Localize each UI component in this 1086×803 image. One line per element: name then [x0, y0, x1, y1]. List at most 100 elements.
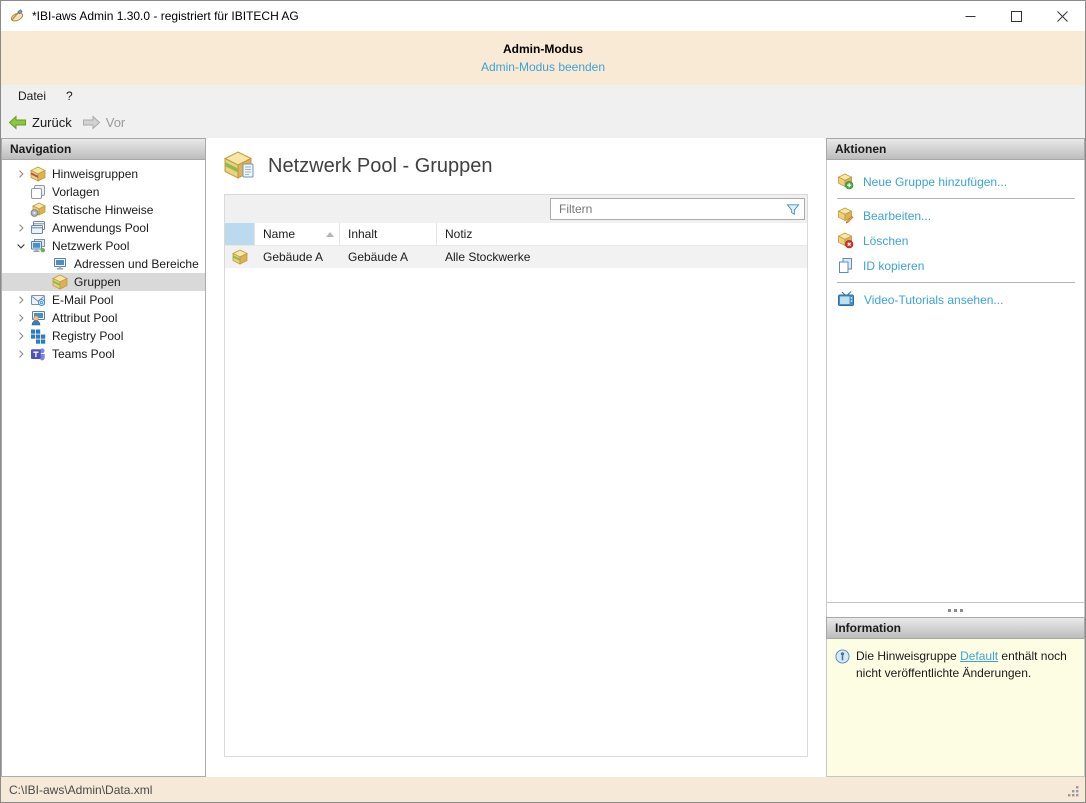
group-cube-icon: [232, 249, 248, 265]
filter-band: [225, 195, 807, 223]
chevron-right-icon[interactable]: [12, 220, 30, 236]
close-button[interactable]: [1039, 1, 1085, 31]
nav-item-registry-pool[interactable]: Registry Pool: [2, 327, 205, 345]
nav-item-email-pool[interactable]: E-Mail Pool: [2, 291, 205, 309]
column-header-name[interactable]: Name: [255, 223, 340, 245]
group-list: Name Inhalt Notiz: [224, 194, 808, 757]
column-header-inhalt[interactable]: Inhalt: [340, 223, 437, 245]
filter-field: [550, 198, 805, 220]
sort-ascending-icon: [326, 231, 334, 237]
information-header: Information: [826, 617, 1085, 639]
action-add-group[interactable]: Neue Gruppe hinzufügen...: [837, 169, 1075, 194]
info-icon: [835, 649, 850, 768]
default-group-link[interactable]: Default: [960, 649, 998, 663]
group-edit-icon: [837, 207, 854, 224]
nav-item-label: Netzwerk Pool: [52, 239, 130, 253]
nav-item-label: Statische Hinweise: [52, 203, 154, 217]
menu-help[interactable]: ?: [56, 85, 83, 106]
tv-icon: [838, 291, 854, 306]
admin-mode-title: Admin-Modus: [503, 42, 583, 56]
action-label: Bearbeiten...: [863, 208, 932, 223]
nav-item-statische-hinweise[interactable]: Statische Hinweise: [2, 201, 205, 219]
nav-item-anwendungs-pool[interactable]: Anwendungs Pool: [2, 219, 205, 237]
chevron-right-icon[interactable]: [12, 292, 30, 308]
action-label: ID kopieren: [863, 258, 925, 273]
navigation-header: Navigation: [1, 138, 206, 160]
panel-splitter[interactable]: [826, 603, 1085, 617]
app-icon: [10, 9, 24, 22]
separator: [837, 198, 1075, 199]
separator: [837, 282, 1075, 283]
resize-grip-icon[interactable]: [1067, 785, 1080, 802]
action-edit[interactable]: Bearbeiten...: [837, 203, 1075, 228]
column-header-icon[interactable]: [225, 223, 255, 245]
action-video-tutorials[interactable]: Video-Tutorials ansehen...: [837, 287, 1075, 312]
templates-icon: [30, 184, 46, 200]
forward-button[interactable]: Vor: [82, 114, 126, 130]
actions-list: Neue Gruppe hinzufügen... Bearbeiten...: [826, 160, 1085, 603]
navigation-panel: Navigation Hinweisgruppen Vorlagen Stati…: [1, 138, 206, 777]
main-panel: Netzwerk Pool - Gruppen Filtern Name Inh…: [206, 138, 824, 777]
statusbar-path: C:\IBI-aws\Admin\Data.xml: [9, 782, 153, 797]
action-delete[interactable]: Löschen: [837, 228, 1075, 253]
menubar: Datei ?: [1, 85, 1085, 106]
action-copy-id[interactable]: ID kopieren: [837, 253, 1075, 278]
nav-item-hinweisgruppen[interactable]: Hinweisgruppen: [2, 165, 205, 183]
nav-item-label: Adressen und Bereiche: [74, 257, 199, 271]
statusbar: C:\IBI-aws\Admin\Data.xml: [1, 777, 1085, 802]
information-box: Die Hinweisgruppe Default enthält noch n…: [826, 639, 1085, 777]
minimize-icon: [965, 15, 975, 17]
nav-item-vorlagen[interactable]: Vorlagen: [2, 183, 205, 201]
nav-item-label: Gruppen: [74, 275, 121, 289]
table-header: Name Inhalt Notiz: [225, 223, 807, 246]
page-title: Netzwerk Pool - Gruppen: [268, 154, 493, 177]
maximize-icon: [1010, 10, 1022, 22]
column-header-notiz[interactable]: Notiz: [437, 223, 807, 245]
copy-icon: [839, 258, 852, 273]
filter-button[interactable]: [782, 202, 804, 217]
table-row[interactable]: Gebäude A Gebäude A Alle Stockwerke: [225, 246, 807, 268]
static-notices-icon: [30, 202, 46, 218]
groups-icon: [52, 274, 68, 290]
nav-item-adressen-und-bereiche[interactable]: Adressen und Bereiche: [2, 255, 205, 273]
admin-mode-banner: Admin-Modus Admin-Modus beenden: [1, 31, 1085, 85]
close-icon: [1056, 10, 1068, 22]
maximize-button[interactable]: [993, 1, 1039, 31]
column-label: Name: [263, 227, 296, 241]
table-empty-area: [225, 268, 807, 756]
chevron-right-icon[interactable]: [12, 310, 30, 326]
minimize-button[interactable]: [947, 1, 993, 31]
network-pool-icon: [30, 238, 46, 254]
addresses-icon: [52, 256, 68, 272]
cell-name: Gebäude A: [263, 250, 324, 264]
registry-pool-icon: [30, 328, 46, 344]
filter-funnel-icon: [786, 203, 800, 215]
menu-datei[interactable]: Datei: [8, 85, 56, 106]
teams-pool-icon: [30, 346, 46, 362]
nav-item-teams-pool[interactable]: Teams Pool: [2, 345, 205, 363]
info-text-before: Die Hinweisgruppe: [856, 649, 961, 663]
nav-item-gruppen[interactable]: Gruppen: [2, 273, 205, 291]
nav-item-label: Attribut Pool: [52, 311, 118, 325]
toolbar: Zurück Vor: [1, 106, 1085, 138]
window-controls: [947, 1, 1085, 31]
action-label: Neue Gruppe hinzufügen...: [863, 174, 1008, 189]
network-group-icon: [224, 151, 254, 179]
nav-item-netzwerk-pool[interactable]: Netzwerk Pool: [2, 237, 205, 255]
admin-mode-exit-link[interactable]: Admin-Modus beenden: [481, 60, 605, 74]
nav-item-attribut-pool[interactable]: Attribut Pool: [2, 309, 205, 327]
chevron-down-icon[interactable]: [12, 238, 30, 254]
chevron-right-icon[interactable]: [12, 166, 30, 182]
nav-item-label: Anwendungs Pool: [52, 221, 149, 235]
nav-item-label: Teams Pool: [52, 347, 115, 361]
back-button[interactable]: Zurück: [8, 115, 72, 130]
nav-item-label: Hinweisgruppen: [52, 167, 139, 181]
forward-label: Vor: [105, 114, 126, 130]
information-message: Die Hinweisgruppe Default enthält noch n…: [856, 648, 1076, 768]
chevron-right-icon[interactable]: [12, 346, 30, 362]
filter-input[interactable]: [551, 201, 782, 217]
chevron-right-icon[interactable]: [12, 328, 30, 344]
email-pool-icon: [30, 292, 46, 308]
action-label: Löschen: [863, 233, 909, 248]
